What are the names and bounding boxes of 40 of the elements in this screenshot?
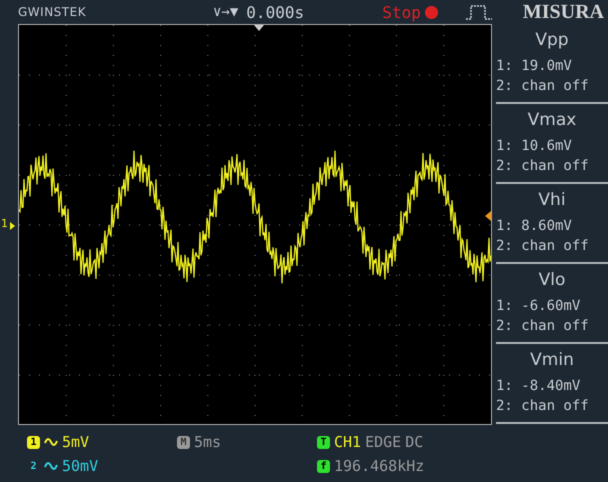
ac-coupling-icon bbox=[44, 438, 58, 446]
trigger-source: CH1 bbox=[334, 433, 362, 451]
timebase: 5ms bbox=[194, 433, 222, 451]
stop-indicator-icon bbox=[424, 6, 438, 18]
measurement-name: Vlo bbox=[538, 270, 566, 292]
measurement-value: 2: chan off bbox=[496, 237, 590, 256]
trigger-level-icon bbox=[485, 211, 491, 221]
timebase-badge: M bbox=[177, 436, 190, 448]
channel-scale: 5mV bbox=[62, 433, 90, 451]
measurement-name: Vmax bbox=[526, 110, 578, 132]
brand-logo: GWINSTEK bbox=[18, 5, 88, 19]
trigger-indicator: ∨→▼ bbox=[213, 4, 238, 20]
measurement-name: Vmin bbox=[529, 350, 575, 372]
channel-pointer-icon bbox=[10, 222, 15, 230]
measurement-value: 1: 8.60mV bbox=[496, 217, 573, 236]
measurement-value: 1: 19.0mV bbox=[496, 57, 573, 76]
pulse-icon bbox=[466, 4, 492, 20]
trigger-type: EDGE bbox=[365, 433, 402, 451]
measurement-value: 2: chan off bbox=[496, 77, 590, 96]
measurement-value: 1: -8.40mV bbox=[496, 377, 582, 396]
measurement-value: 2: chan off bbox=[496, 397, 590, 416]
run-state: Stop bbox=[382, 2, 421, 22]
channel-label: 2 bbox=[29, 460, 38, 472]
ac-coupling-icon bbox=[44, 462, 58, 470]
channel-scale: 50mV bbox=[62, 457, 98, 475]
frequency-readout: 196.468kHz bbox=[334, 457, 424, 475]
measurement-value: 2: chan off bbox=[496, 317, 590, 336]
channel-badge: 1 bbox=[27, 436, 40, 448]
measurement-value: 2: chan off bbox=[496, 157, 590, 176]
trigger-coupling: DC bbox=[405, 433, 424, 451]
trigger-position-icon bbox=[254, 25, 264, 31]
measurement-value: 1: -6.60mV bbox=[496, 297, 582, 316]
measurement-name: Vpp bbox=[534, 30, 570, 52]
overlay-label: MISURA bbox=[522, 0, 604, 24]
measurement-name: Vhi bbox=[537, 190, 567, 212]
time-offset: 0.000s bbox=[246, 2, 306, 22]
measurement-value: 1: 10.6mV bbox=[496, 137, 573, 156]
frequency-badge: f bbox=[317, 460, 330, 472]
trigger-badge: T bbox=[317, 436, 330, 448]
channel-marker: 1 bbox=[1, 217, 8, 230]
